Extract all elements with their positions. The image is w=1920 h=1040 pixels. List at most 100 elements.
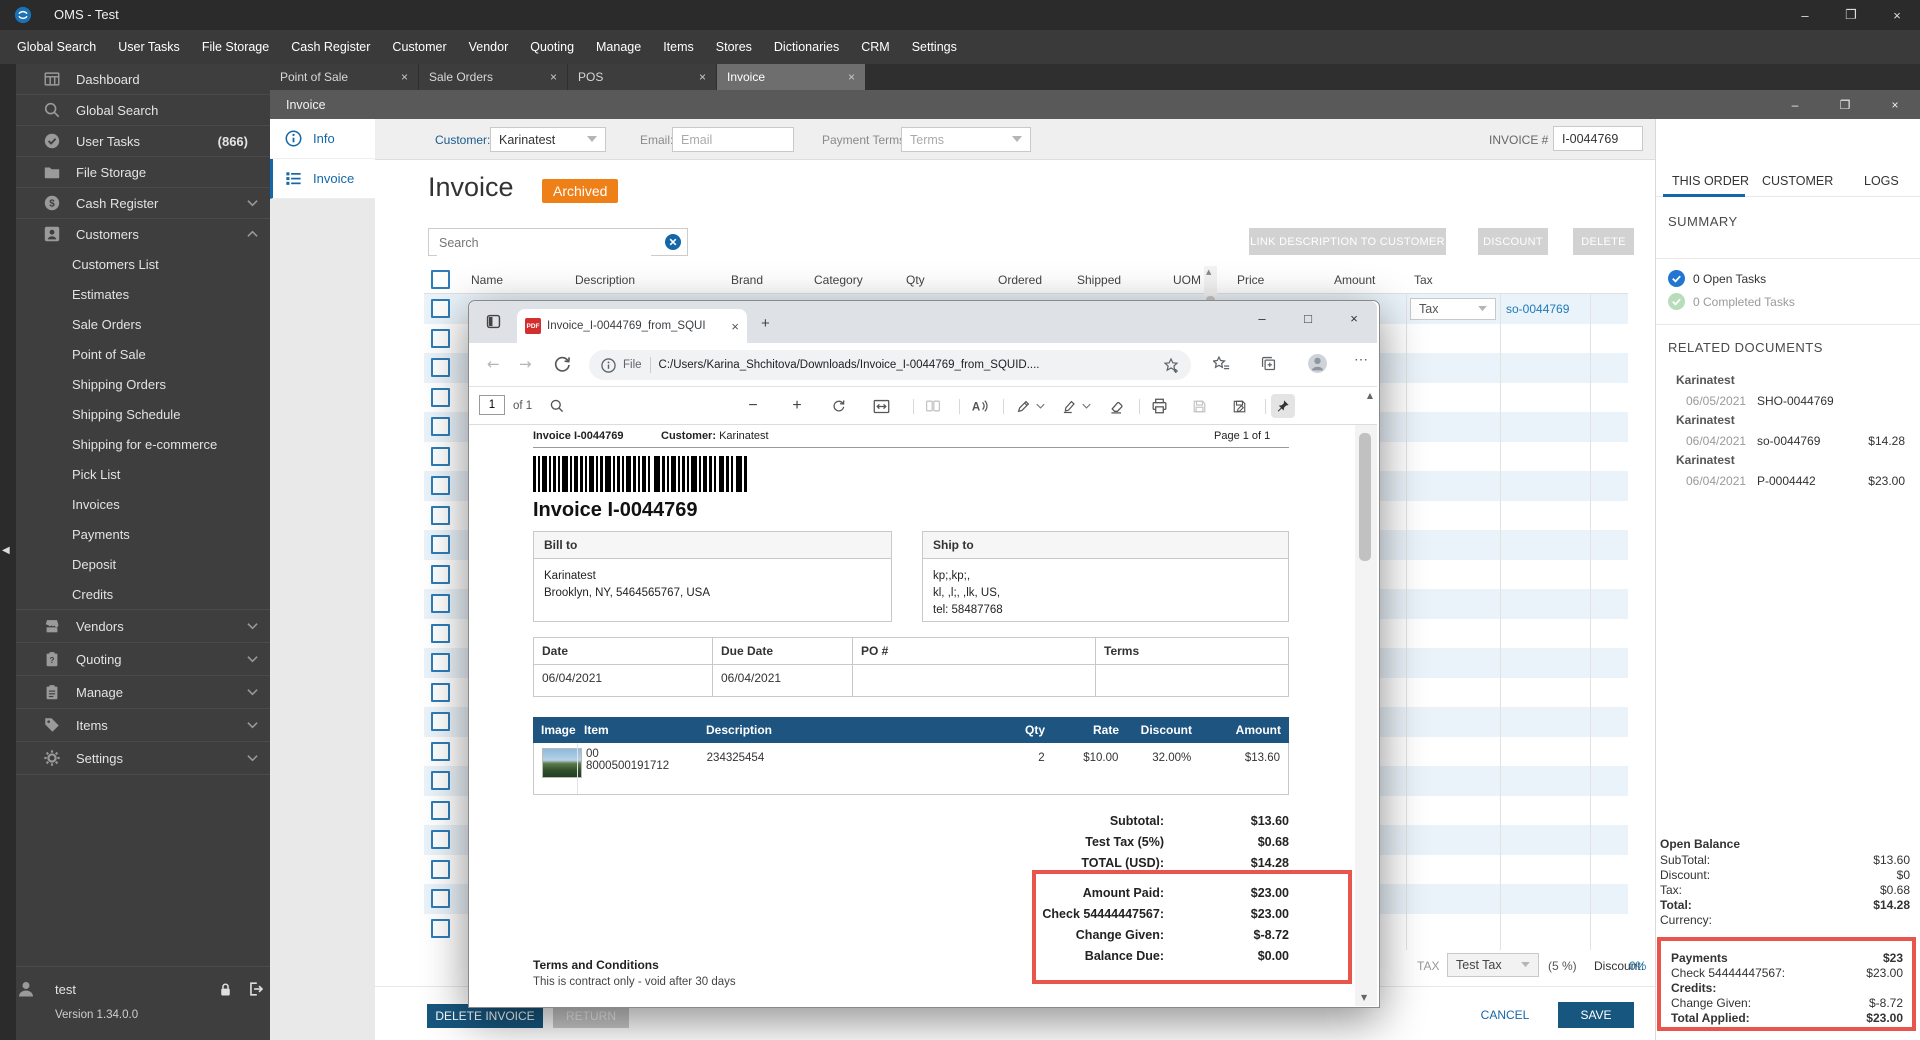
forward-icon[interactable]: → bbox=[519, 355, 532, 373]
browser-close-button[interactable]: × bbox=[1331, 301, 1377, 335]
clear-search-icon[interactable] bbox=[665, 234, 681, 250]
sidebar-item-shipping-orders[interactable]: Shipping Orders bbox=[16, 369, 270, 399]
related-doc-link[interactable]: SHO-0044769 bbox=[1757, 394, 1834, 408]
menu-dictionaries[interactable]: Dictionaries bbox=[763, 40, 850, 54]
sidebar-item-pick-list[interactable]: Pick List bbox=[16, 459, 270, 489]
menu-stores[interactable]: Stores bbox=[705, 40, 763, 54]
close-icon[interactable]: × bbox=[401, 70, 408, 84]
app-maximize-button[interactable]: ❐ bbox=[1828, 0, 1874, 30]
search-input[interactable] bbox=[437, 230, 651, 256]
row-tax-select[interactable]: Tax bbox=[1410, 298, 1496, 320]
pdf-save-icon[interactable] bbox=[1187, 394, 1211, 418]
bookmark-add-icon[interactable] bbox=[1163, 357, 1179, 373]
tab-invoice[interactable]: Invoice × bbox=[717, 64, 865, 90]
menu-settings[interactable]: Settings bbox=[901, 40, 968, 54]
pdf-highlight-icon[interactable] bbox=[1057, 394, 1081, 418]
row-checkbox[interactable] bbox=[431, 299, 450, 318]
pdf-scrollbar[interactable]: ▼ bbox=[1355, 425, 1377, 1006]
workspaces-icon[interactable] bbox=[485, 313, 502, 330]
browser-maximize-button[interactable]: □ bbox=[1285, 301, 1331, 335]
row-checkbox[interactable] bbox=[431, 889, 450, 908]
nav-item-info[interactable]: Info bbox=[270, 119, 375, 159]
scroll-up-icon[interactable]: ▲ bbox=[1206, 268, 1211, 276]
menu-quoting[interactable]: Quoting bbox=[519, 40, 585, 54]
row-checkbox[interactable] bbox=[431, 358, 450, 377]
pdf-scrollbar-thumb[interactable] bbox=[1359, 433, 1371, 561]
sidebar-item-invoices[interactable]: Invoices bbox=[16, 489, 270, 519]
sidebar-collapse-icon[interactable]: ◀ bbox=[2, 545, 10, 556]
tab-pos[interactable]: POS × bbox=[568, 64, 716, 90]
row-checkbox[interactable] bbox=[431, 918, 450, 938]
menu-manage[interactable]: Manage bbox=[585, 40, 652, 54]
pdf-search-icon[interactable] bbox=[549, 398, 565, 414]
pdf-page-view-icon[interactable] bbox=[921, 394, 945, 418]
pdf-read-aloud-icon[interactable]: A bbox=[967, 394, 991, 418]
invoice-restore-button[interactable]: ❐ bbox=[1820, 90, 1870, 119]
menu-items[interactable]: Items bbox=[652, 40, 705, 54]
customer-select[interactable]: Karinatest bbox=[490, 127, 606, 152]
sidebar-item-user-tasks[interactable]: User Tasks (866) bbox=[16, 126, 270, 157]
footer-tax-select[interactable]: Test Tax bbox=[1447, 953, 1539, 977]
nav-item-invoice[interactable]: Invoice bbox=[270, 159, 375, 199]
row-checkbox[interactable] bbox=[431, 830, 450, 849]
favorites-icon[interactable] bbox=[1213, 355, 1230, 372]
pdf-pin-toolbar-icon[interactable] bbox=[1271, 394, 1295, 418]
row-checkbox[interactable] bbox=[431, 623, 450, 643]
browser-minimize-button[interactable]: – bbox=[1239, 301, 1285, 335]
app-minimize-button[interactable]: – bbox=[1782, 0, 1828, 30]
sidebar-item-customers-list[interactable]: Customers List bbox=[16, 249, 270, 279]
close-tab-icon[interactable]: × bbox=[731, 319, 739, 334]
pdf-print-icon[interactable] bbox=[1147, 394, 1171, 418]
sidebar-item-shipping-schedule[interactable]: Shipping Schedule bbox=[16, 399, 270, 429]
sidebar-item-dashboard[interactable]: Dashboard bbox=[16, 64, 270, 95]
sidebar-item-manage[interactable]: Manage bbox=[16, 676, 270, 709]
pdf-zoom-in-icon[interactable]: + bbox=[785, 394, 809, 418]
row-checkbox[interactable] bbox=[431, 771, 450, 790]
pdf-erase-icon[interactable] bbox=[1105, 394, 1129, 418]
sidebar-item-shipping-ecommerce[interactable]: Shipping for e-commerce bbox=[16, 429, 270, 459]
address-bar[interactable]: File C:/Users/Karina_Shchitova/Downloads… bbox=[589, 350, 1191, 380]
sidebar-item-payments[interactable]: Payments bbox=[16, 519, 270, 549]
profile-avatar-icon[interactable] bbox=[1307, 353, 1328, 374]
payment-terms-select[interactable]: Terms bbox=[901, 127, 1031, 152]
footer-discount-value[interactable]: 0% bbox=[1629, 959, 1646, 973]
tab-this-order[interactable]: THIS ORDER bbox=[1672, 174, 1749, 188]
related-doc-link[interactable]: P-0004442 bbox=[1757, 474, 1816, 488]
open-tasks-label[interactable]: 0 Open Tasks bbox=[1693, 272, 1766, 286]
pdf-zoom-out-icon[interactable]: − bbox=[741, 394, 765, 418]
pdf-page-input[interactable] bbox=[479, 395, 505, 415]
save-button[interactable]: SAVE bbox=[1558, 1002, 1634, 1028]
tab-point-of-sale[interactable]: Point of Sale × bbox=[270, 64, 418, 90]
lock-icon[interactable] bbox=[217, 981, 234, 998]
back-icon[interactable]: ← bbox=[487, 355, 500, 373]
related-order-link[interactable]: so-0044769 bbox=[1506, 302, 1569, 316]
close-icon[interactable]: × bbox=[550, 70, 557, 84]
browser-tab[interactable]: PDF Invoice_I-0044769_from_SQUID.pdf × bbox=[517, 309, 747, 343]
invoice-close-button[interactable]: × bbox=[1870, 90, 1920, 119]
sidebar-item-file-storage[interactable]: File Storage bbox=[16, 157, 270, 188]
row-checkbox[interactable] bbox=[431, 800, 450, 820]
menu-file-storage[interactable]: File Storage bbox=[191, 40, 280, 54]
close-icon[interactable]: × bbox=[848, 70, 855, 84]
sidebar-item-deposit[interactable]: Deposit bbox=[16, 549, 270, 579]
sidebar-item-credits[interactable]: Credits bbox=[16, 579, 270, 610]
menu-user-tasks[interactable]: User Tasks bbox=[107, 40, 191, 54]
row-checkbox[interactable] bbox=[431, 741, 450, 761]
menu-customer[interactable]: Customer bbox=[381, 40, 457, 54]
sidebar-item-global-search[interactable]: Global Search bbox=[16, 95, 270, 126]
row-checkbox[interactable] bbox=[431, 505, 450, 525]
sidebar-item-quoting[interactable]: ? Quoting bbox=[16, 643, 270, 676]
row-checkbox[interactable] bbox=[431, 476, 450, 495]
menu-global-search[interactable]: Global Search bbox=[6, 40, 107, 54]
tab-customer[interactable]: CUSTOMER bbox=[1762, 174, 1833, 188]
row-checkbox[interactable] bbox=[431, 535, 450, 554]
logout-icon[interactable] bbox=[246, 980, 264, 998]
row-checkbox[interactable] bbox=[431, 446, 450, 466]
row-checkbox[interactable] bbox=[431, 653, 450, 672]
close-icon[interactable]: × bbox=[699, 70, 706, 84]
tab-logs[interactable]: LOGS bbox=[1864, 174, 1899, 188]
pdf-draw-icon[interactable] bbox=[1011, 394, 1035, 418]
row-checkbox[interactable] bbox=[431, 859, 450, 879]
sidebar-item-vendors[interactable]: Vendors bbox=[16, 610, 270, 643]
row-checkbox[interactable] bbox=[431, 387, 450, 407]
